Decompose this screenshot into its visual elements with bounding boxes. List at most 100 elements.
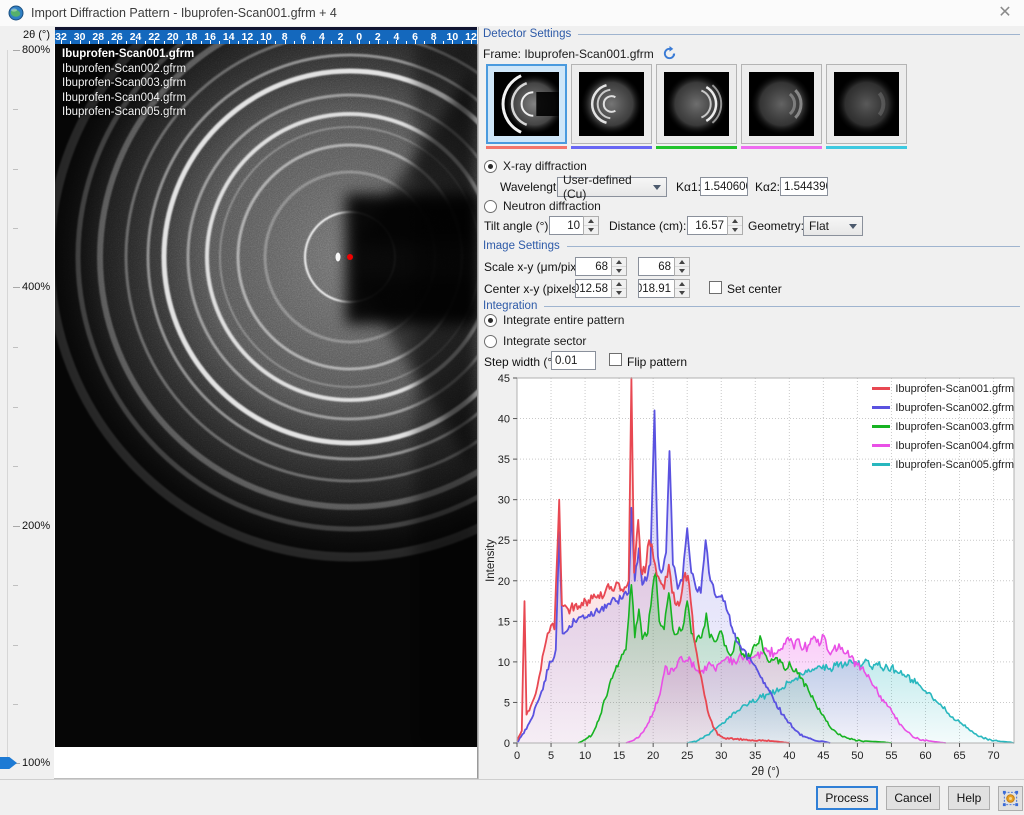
ka1-input[interactable]: 1.540600 <box>700 177 748 196</box>
flip-pattern-label: Flip pattern <box>627 355 687 369</box>
spin-down-icon[interactable] <box>728 225 742 234</box>
step-width-label: Step width (°): <box>484 355 560 369</box>
zoom-minor-tick <box>13 585 18 586</box>
section-image-settings: Image Settings <box>483 240 1020 252</box>
close-icon[interactable]: ✕ <box>994 2 1016 24</box>
frame-file-item[interactable]: Ibuprofen-Scan001.gfrm <box>62 47 194 62</box>
geometry-select[interactable]: Flat <box>803 216 863 236</box>
spin-down-icon[interactable] <box>675 266 689 275</box>
selection-frame-icon <box>1001 789 1020 808</box>
svg-text:60: 60 <box>919 750 931 762</box>
frame-row: Frame: Ibuprofen-Scan001.gfrm <box>483 46 677 61</box>
svg-text:30: 30 <box>715 750 727 762</box>
refresh-icon[interactable] <box>662 46 677 61</box>
legend-swatch <box>872 425 890 428</box>
tilt-angle-value[interactable]: 10 <box>549 216 583 235</box>
frame-file-item[interactable]: Ibuprofen-Scan005.gfrm <box>62 105 194 120</box>
scale-x-value[interactable]: 68 <box>575 257 611 276</box>
spin-up-icon[interactable] <box>675 280 689 288</box>
panel-divider <box>478 27 479 779</box>
distance-label: Distance (cm): <box>609 219 686 233</box>
zoom-minor-tick <box>13 704 18 705</box>
ka2-label: Kα2: <box>755 180 780 194</box>
zoom-slider-track[interactable] <box>7 50 8 763</box>
svg-text:0: 0 <box>504 738 510 750</box>
step-width-input[interactable]: 0.01 <box>551 351 596 370</box>
legend-swatch <box>872 463 890 466</box>
import-diffraction-dialog: { "window": { "title": "Import Diffracti… <box>0 0 1024 815</box>
neutron-radio[interactable] <box>484 200 497 213</box>
section-label: Image Settings <box>483 240 560 252</box>
xray-radio[interactable] <box>484 160 497 173</box>
scale-x-stepper[interactable]: 68 <box>575 257 627 276</box>
section-integration: Integration <box>483 300 1020 312</box>
center-y-stepper[interactable]: 1,018.91 <box>638 279 690 298</box>
spin-up-icon[interactable] <box>612 258 626 266</box>
selection-frame-button[interactable] <box>998 786 1023 811</box>
distance-value[interactable]: 16.57 <box>687 216 727 235</box>
scale-y-value[interactable]: 68 <box>638 257 674 276</box>
zoom-minor-tick <box>13 645 18 646</box>
chevron-down-icon <box>849 224 857 229</box>
section-label: Integration <box>483 300 537 312</box>
zoom-level-label: 400% <box>22 281 50 293</box>
geometry-label: Geometry: <box>748 219 804 233</box>
thumbnail-frame <box>741 64 822 144</box>
spin-down-icon[interactable] <box>675 288 689 297</box>
geometry-value: Flat <box>809 219 829 233</box>
integrate-entire-radio[interactable] <box>484 314 497 327</box>
svg-text:20: 20 <box>498 576 510 588</box>
frame-thumbnail[interactable] <box>826 64 907 149</box>
spin-up-icon[interactable] <box>728 217 742 225</box>
zoom-slider: 800%400%200%100% <box>0 44 54 779</box>
svg-text:2θ (°): 2θ (°) <box>751 766 779 778</box>
frame-thumbnail[interactable] <box>741 64 822 149</box>
flip-pattern-checkbox[interactable] <box>609 353 622 366</box>
spin-up-icon[interactable] <box>675 258 689 266</box>
frame-thumbnail[interactable] <box>656 64 737 149</box>
center-label: Center x-y (pixels): <box>484 282 585 296</box>
zoom-major-tick <box>13 50 20 51</box>
frame-thumbnail[interactable] <box>486 64 567 149</box>
spin-down-icon[interactable] <box>612 266 626 275</box>
legend-label: Ibuprofen-Scan003.gfrm <box>895 421 1014 433</box>
spin-down-icon[interactable] <box>584 225 598 234</box>
frame-file-item[interactable]: Ibuprofen-Scan002.gfrm <box>62 62 194 77</box>
neutron-radio-row: Neutron diffraction <box>484 199 601 213</box>
section-detector-settings: Detector Settings <box>483 28 1020 40</box>
zoom-slider-handle[interactable] <box>0 757 17 769</box>
legend-entry: Ibuprofen-Scan002.gfrm <box>872 401 1014 414</box>
center-x-stepper[interactable]: 1,012.58 <box>575 279 627 298</box>
wavelength-select[interactable]: User-defined (Cu) <box>557 177 667 197</box>
frame-file-list: Ibuprofen-Scan001.gfrmIbuprofen-Scan002.… <box>62 47 194 120</box>
ka2-input[interactable]: 1.544390 <box>780 177 828 196</box>
set-center-checkbox[interactable] <box>709 281 722 294</box>
two-theta-ruler: 3230282624222018161412108642024681012 <box>55 27 477 44</box>
diffraction-image[interactable] <box>55 44 477 747</box>
spin-up-icon[interactable] <box>612 280 626 288</box>
integrate-sector-radio[interactable] <box>484 335 497 348</box>
svg-text:50: 50 <box>851 750 863 762</box>
tilt-angle-stepper[interactable]: 10 <box>549 216 599 235</box>
scale-y-stepper[interactable]: 68 <box>638 257 690 276</box>
spin-up-icon[interactable] <box>584 217 598 225</box>
svg-text:65: 65 <box>953 750 965 762</box>
spin-down-icon[interactable] <box>612 288 626 297</box>
frame-file-item[interactable]: Ibuprofen-Scan003.gfrm <box>62 76 194 91</box>
center-x-value[interactable]: 1,012.58 <box>575 279 611 298</box>
chevron-down-icon <box>653 185 661 190</box>
help-button[interactable]: Help <box>948 786 990 810</box>
cancel-button[interactable]: Cancel <box>886 786 940 810</box>
zoom-minor-tick <box>13 109 18 110</box>
frame-file-item[interactable]: Ibuprofen-Scan004.gfrm <box>62 91 194 106</box>
svg-text:20: 20 <box>647 750 659 762</box>
process-button[interactable]: Process <box>816 786 878 810</box>
legend-label: Ibuprofen-Scan005.gfrm <box>895 459 1014 471</box>
intensity-chart: Ibuprofen-Scan001.gfrmIbuprofen-Scan002.… <box>483 370 1024 778</box>
svg-text:40: 40 <box>498 414 510 426</box>
integrate-entire-row: Integrate entire pattern <box>484 313 624 327</box>
frame-thumbnail[interactable] <box>571 64 652 149</box>
center-y-value[interactable]: 1,018.91 <box>638 279 674 298</box>
thumbnail-color-bar <box>741 146 822 149</box>
distance-stepper[interactable]: 16.57 <box>687 216 743 235</box>
